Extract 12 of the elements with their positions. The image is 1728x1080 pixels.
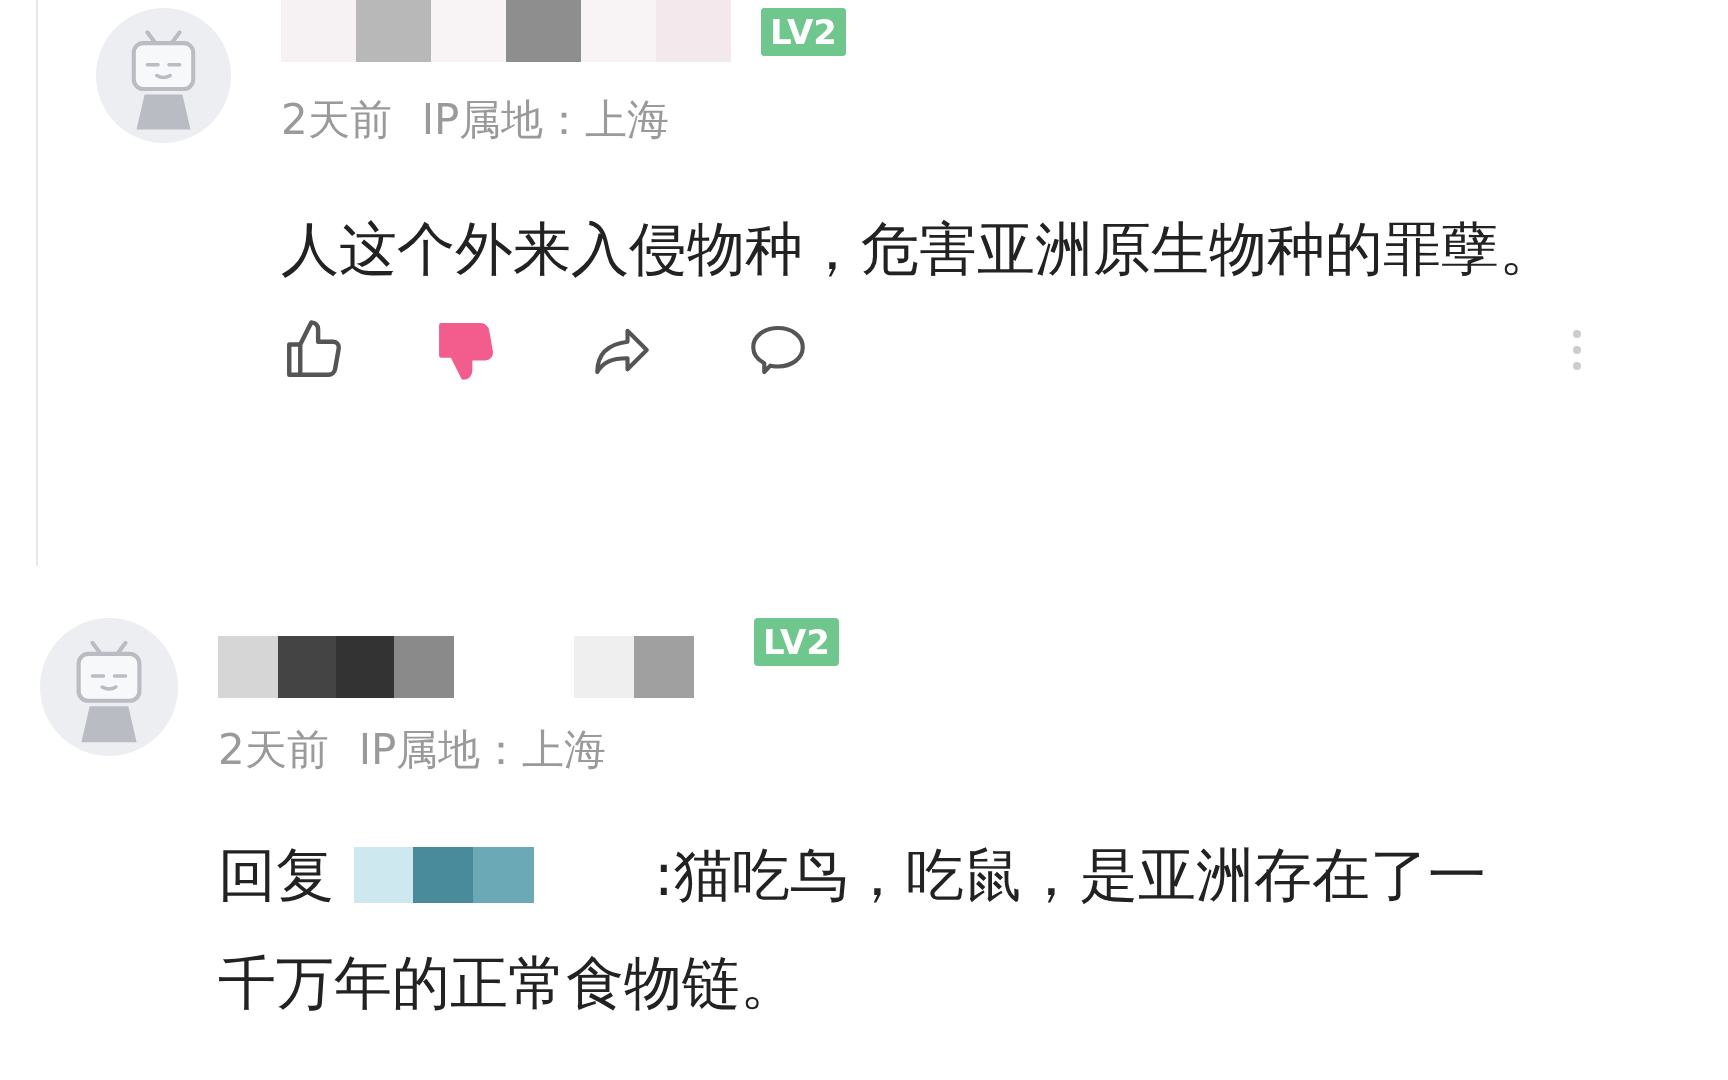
reply-message: 千万年的正常食物链。 [218, 948, 799, 1019]
reply-message: :猫吃鸟，吃鼠，是亚洲存在了一 [654, 840, 1486, 911]
avatar-icon [96, 8, 231, 143]
ip-location: IP属地：上海 [358, 724, 607, 776]
avatar-icon [40, 618, 178, 756]
comment-time: 2天前 [281, 94, 392, 146]
level-badge: LV2 [761, 8, 846, 56]
reply-prefix: 回复 [218, 840, 334, 911]
ip-location: IP属地：上海 [421, 94, 670, 146]
comment-time: 2天前 [218, 724, 329, 776]
comment-text: 人这个外来入侵物种，危害亚洲原生物种的罪孽。 [281, 214, 1558, 285]
level-badge: LV2 [754, 618, 839, 666]
